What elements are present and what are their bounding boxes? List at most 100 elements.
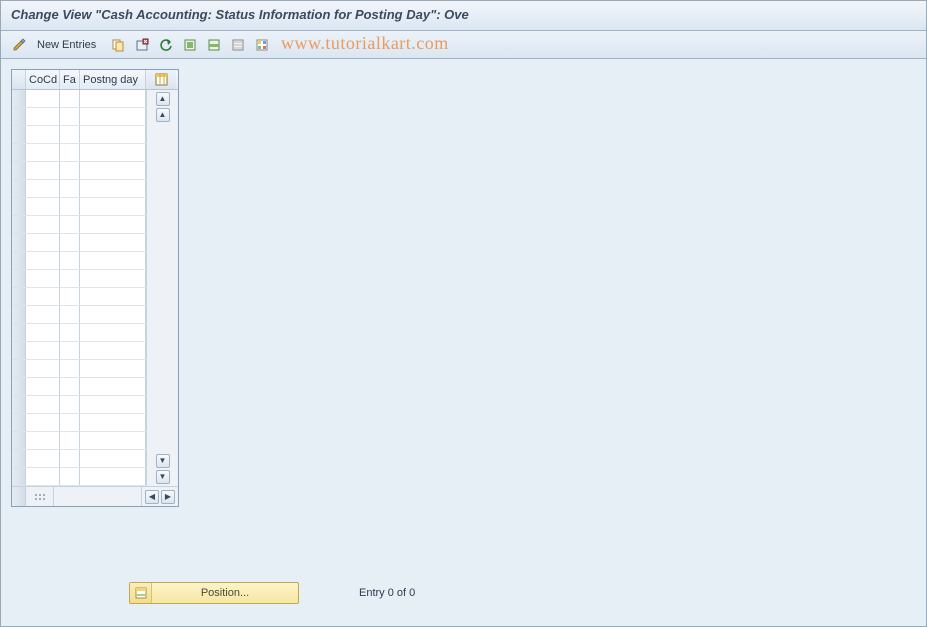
cell-cocd[interactable] — [26, 288, 60, 305]
delete-icon[interactable] — [132, 35, 152, 55]
cell-postng-day[interactable] — [80, 450, 146, 467]
cell-fa[interactable] — [60, 144, 80, 161]
row-selector[interactable] — [12, 144, 26, 161]
cell-cocd[interactable] — [26, 414, 60, 431]
cell-postng-day[interactable] — [80, 468, 146, 485]
cell-fa[interactable] — [60, 396, 80, 413]
row-selector[interactable] — [12, 450, 26, 467]
row-selector[interactable] — [12, 126, 26, 143]
cell-cocd[interactable] — [26, 396, 60, 413]
cell-cocd[interactable] — [26, 270, 60, 287]
cell-cocd[interactable] — [26, 468, 60, 485]
select-all-icon[interactable] — [180, 35, 200, 55]
scroll-left-button[interactable]: ◀ — [145, 490, 159, 504]
cell-postng-day[interactable] — [80, 180, 146, 197]
cell-cocd[interactable] — [26, 198, 60, 215]
cell-postng-day[interactable] — [80, 108, 146, 125]
row-selector[interactable] — [12, 270, 26, 287]
row-selector[interactable] — [12, 378, 26, 395]
cell-cocd[interactable] — [26, 378, 60, 395]
row-selector[interactable] — [12, 342, 26, 359]
undo-change-icon[interactable] — [156, 35, 176, 55]
new-entries-button[interactable]: New Entries — [33, 37, 104, 53]
cell-fa[interactable] — [60, 360, 80, 377]
cell-postng-day[interactable] — [80, 414, 146, 431]
cell-postng-day[interactable] — [80, 198, 146, 215]
scroll-bottom-button[interactable]: ▼ — [156, 470, 170, 484]
grid-horizontal-scrollbar-track[interactable] — [54, 487, 142, 506]
row-selector[interactable] — [12, 108, 26, 125]
cell-postng-day[interactable] — [80, 126, 146, 143]
scroll-top-button[interactable]: ▲ — [156, 92, 170, 106]
cell-fa[interactable] — [60, 306, 80, 323]
cell-fa[interactable] — [60, 450, 80, 467]
grid-select-all-corner[interactable] — [12, 70, 26, 89]
cell-fa[interactable] — [60, 90, 80, 107]
grid-col-header-cocd[interactable]: CoCd — [26, 70, 60, 89]
cell-fa[interactable] — [60, 288, 80, 305]
cell-cocd[interactable] — [26, 162, 60, 179]
cell-fa[interactable] — [60, 432, 80, 449]
cell-fa[interactable] — [60, 162, 80, 179]
cell-cocd[interactable] — [26, 234, 60, 251]
cell-postng-day[interactable] — [80, 162, 146, 179]
cell-postng-day[interactable] — [80, 270, 146, 287]
cell-fa[interactable] — [60, 378, 80, 395]
grid-config-button[interactable] — [146, 70, 176, 89]
cell-fa[interactable] — [60, 180, 80, 197]
cell-cocd[interactable] — [26, 108, 60, 125]
configuration-icon[interactable] — [252, 35, 272, 55]
row-selector[interactable] — [12, 252, 26, 269]
row-selector[interactable] — [12, 234, 26, 251]
row-selector[interactable] — [12, 180, 26, 197]
cell-fa[interactable] — [60, 126, 80, 143]
grid-vertical-scrollbar[interactable]: ▲ ▲ ▼ ▼ — [146, 90, 178, 486]
cell-cocd[interactable] — [26, 90, 60, 107]
row-selector[interactable] — [12, 288, 26, 305]
cell-postng-day[interactable] — [80, 360, 146, 377]
grid-col-header-postng-day[interactable]: Postng day — [80, 70, 146, 89]
cell-postng-day[interactable] — [80, 342, 146, 359]
cell-fa[interactable] — [60, 342, 80, 359]
copy-as-icon[interactable] — [108, 35, 128, 55]
cell-postng-day[interactable] — [80, 378, 146, 395]
toggle-display-change-icon[interactable] — [9, 35, 29, 55]
cell-cocd[interactable] — [26, 450, 60, 467]
cell-fa[interactable] — [60, 234, 80, 251]
row-selector[interactable] — [12, 90, 26, 107]
cell-fa[interactable] — [60, 270, 80, 287]
scroll-up-button[interactable]: ▲ — [156, 108, 170, 122]
cell-postng-day[interactable] — [80, 252, 146, 269]
position-button[interactable]: Position... — [129, 582, 299, 604]
cell-fa[interactable] — [60, 468, 80, 485]
row-selector[interactable] — [12, 306, 26, 323]
cell-fa[interactable] — [60, 252, 80, 269]
row-selector[interactable] — [12, 324, 26, 341]
cell-postng-day[interactable] — [80, 144, 146, 161]
cell-postng-day[interactable] — [80, 234, 146, 251]
cell-postng-day[interactable] — [80, 306, 146, 323]
row-selector[interactable] — [12, 432, 26, 449]
cell-postng-day[interactable] — [80, 324, 146, 341]
cell-cocd[interactable] — [26, 252, 60, 269]
cell-cocd[interactable] — [26, 360, 60, 377]
cell-cocd[interactable] — [26, 216, 60, 233]
cell-cocd[interactable] — [26, 306, 60, 323]
deselect-all-icon[interactable] — [228, 35, 248, 55]
cell-cocd[interactable] — [26, 342, 60, 359]
cell-postng-day[interactable] — [80, 90, 146, 107]
cell-cocd[interactable] — [26, 144, 60, 161]
cell-postng-day[interactable] — [80, 396, 146, 413]
row-selector[interactable] — [12, 216, 26, 233]
row-selector[interactable] — [12, 414, 26, 431]
cell-cocd[interactable] — [26, 180, 60, 197]
cell-fa[interactable] — [60, 198, 80, 215]
cell-postng-day[interactable] — [80, 216, 146, 233]
row-selector[interactable] — [12, 396, 26, 413]
cell-fa[interactable] — [60, 108, 80, 125]
cell-fa[interactable] — [60, 324, 80, 341]
grid-col-header-fa[interactable]: Fa — [60, 70, 80, 89]
cell-cocd[interactable] — [26, 432, 60, 449]
row-selector[interactable] — [12, 360, 26, 377]
row-selector[interactable] — [12, 198, 26, 215]
